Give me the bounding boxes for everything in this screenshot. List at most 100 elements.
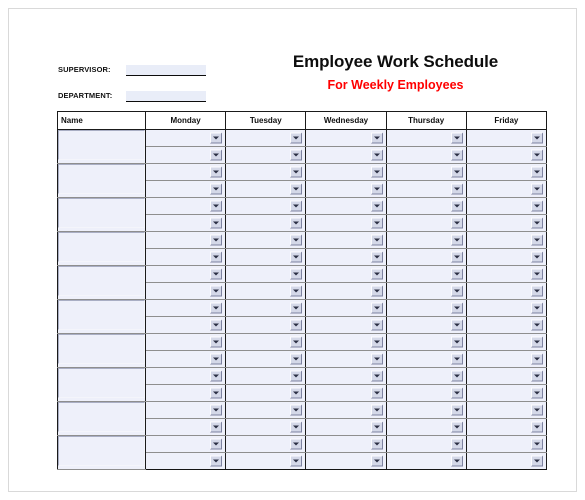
shift-cell-monday[interactable]: [144, 316, 227, 334]
chevron-down-icon[interactable]: [290, 370, 303, 382]
chevron-down-icon[interactable]: [370, 183, 383, 195]
chevron-down-icon[interactable]: [530, 421, 543, 433]
shift-cell-monday[interactable]: [144, 299, 227, 317]
shift-cell-tuesday[interactable]: [225, 350, 307, 368]
chevron-down-icon[interactable]: [450, 302, 463, 314]
chevron-down-icon[interactable]: [530, 251, 543, 263]
shift-cell-thursday[interactable]: [385, 367, 467, 385]
chevron-down-icon[interactable]: [530, 285, 543, 297]
employee-name-input[interactable]: [58, 368, 145, 398]
chevron-down-icon[interactable]: [210, 234, 223, 246]
shift-cell-tuesday[interactable]: [225, 401, 307, 419]
shift-cell-thursday[interactable]: [385, 401, 467, 419]
chevron-down-icon[interactable]: [290, 183, 303, 195]
chevron-down-icon[interactable]: [210, 370, 223, 382]
chevron-down-icon[interactable]: [210, 336, 223, 348]
shift-cell-monday[interactable]: [144, 265, 227, 283]
chevron-down-icon[interactable]: [210, 183, 223, 195]
chevron-down-icon[interactable]: [290, 404, 303, 416]
chevron-down-icon[interactable]: [450, 421, 463, 433]
chevron-down-icon[interactable]: [530, 370, 543, 382]
department-input[interactable]: [126, 91, 206, 102]
chevron-down-icon[interactable]: [210, 421, 223, 433]
shift-cell-tuesday[interactable]: [225, 418, 307, 436]
shift-cell-monday[interactable]: [144, 384, 227, 402]
shift-cell-friday[interactable]: [465, 435, 547, 453]
shift-cell-wednesday[interactable]: [305, 401, 387, 419]
shift-cell-monday[interactable]: [144, 435, 227, 453]
shift-cell-thursday[interactable]: [385, 384, 467, 402]
employee-name-input[interactable]: [58, 130, 145, 160]
chevron-down-icon[interactable]: [450, 370, 463, 382]
shift-cell-wednesday[interactable]: [305, 231, 387, 249]
chevron-down-icon[interactable]: [450, 455, 463, 467]
shift-cell-monday[interactable]: [144, 333, 227, 351]
chevron-down-icon[interactable]: [530, 404, 543, 416]
employee-name-input[interactable]: [58, 334, 145, 364]
chevron-down-icon[interactable]: [370, 234, 383, 246]
shift-cell-tuesday[interactable]: [225, 265, 307, 283]
chevron-down-icon[interactable]: [370, 149, 383, 161]
chevron-down-icon[interactable]: [290, 166, 303, 178]
shift-cell-monday[interactable]: [144, 197, 227, 215]
chevron-down-icon[interactable]: [370, 455, 383, 467]
chevron-down-icon[interactable]: [530, 166, 543, 178]
shift-cell-tuesday[interactable]: [225, 435, 307, 453]
shift-cell-monday[interactable]: [144, 214, 227, 232]
chevron-down-icon[interactable]: [450, 285, 463, 297]
shift-cell-tuesday[interactable]: [225, 384, 307, 402]
shift-cell-tuesday[interactable]: [225, 163, 307, 181]
shift-cell-tuesday[interactable]: [225, 214, 307, 232]
chevron-down-icon[interactable]: [530, 336, 543, 348]
shift-cell-wednesday[interactable]: [305, 333, 387, 351]
chevron-down-icon[interactable]: [450, 404, 463, 416]
shift-cell-tuesday[interactable]: [225, 180, 307, 198]
shift-cell-tuesday[interactable]: [225, 129, 307, 147]
shift-cell-wednesday[interactable]: [305, 299, 387, 317]
chevron-down-icon[interactable]: [370, 302, 383, 314]
shift-cell-monday[interactable]: [144, 248, 227, 266]
chevron-down-icon[interactable]: [210, 285, 223, 297]
chevron-down-icon[interactable]: [450, 387, 463, 399]
supervisor-input[interactable]: [126, 65, 206, 76]
chevron-down-icon[interactable]: [370, 200, 383, 212]
chevron-down-icon[interactable]: [210, 455, 223, 467]
shift-cell-thursday[interactable]: [385, 350, 467, 368]
shift-cell-tuesday[interactable]: [225, 333, 307, 351]
shift-cell-thursday[interactable]: [385, 418, 467, 436]
chevron-down-icon[interactable]: [210, 268, 223, 280]
shift-cell-monday[interactable]: [144, 146, 227, 164]
chevron-down-icon[interactable]: [210, 438, 223, 450]
chevron-down-icon[interactable]: [290, 200, 303, 212]
shift-cell-friday[interactable]: [465, 367, 547, 385]
shift-cell-wednesday[interactable]: [305, 367, 387, 385]
chevron-down-icon[interactable]: [210, 353, 223, 365]
shift-cell-wednesday[interactable]: [305, 180, 387, 198]
chevron-down-icon[interactable]: [530, 200, 543, 212]
chevron-down-icon[interactable]: [450, 217, 463, 229]
shift-cell-wednesday[interactable]: [305, 316, 387, 334]
shift-cell-wednesday[interactable]: [305, 350, 387, 368]
shift-cell-tuesday[interactable]: [225, 197, 307, 215]
shift-cell-monday[interactable]: [144, 418, 227, 436]
shift-cell-wednesday[interactable]: [305, 384, 387, 402]
chevron-down-icon[interactable]: [450, 132, 463, 144]
chevron-down-icon[interactable]: [370, 166, 383, 178]
shift-cell-wednesday[interactable]: [305, 248, 387, 266]
chevron-down-icon[interactable]: [290, 132, 303, 144]
shift-cell-friday[interactable]: [465, 384, 547, 402]
shift-cell-thursday[interactable]: [385, 265, 467, 283]
chevron-down-icon[interactable]: [370, 285, 383, 297]
shift-cell-friday[interactable]: [465, 163, 547, 181]
chevron-down-icon[interactable]: [370, 387, 383, 399]
chevron-down-icon[interactable]: [530, 268, 543, 280]
shift-cell-monday[interactable]: [144, 401, 227, 419]
chevron-down-icon[interactable]: [290, 268, 303, 280]
shift-cell-thursday[interactable]: [385, 452, 467, 470]
chevron-down-icon[interactable]: [530, 234, 543, 246]
chevron-down-icon[interactable]: [370, 421, 383, 433]
shift-cell-wednesday[interactable]: [305, 452, 387, 470]
shift-cell-thursday[interactable]: [385, 163, 467, 181]
chevron-down-icon[interactable]: [210, 302, 223, 314]
chevron-down-icon[interactable]: [290, 421, 303, 433]
